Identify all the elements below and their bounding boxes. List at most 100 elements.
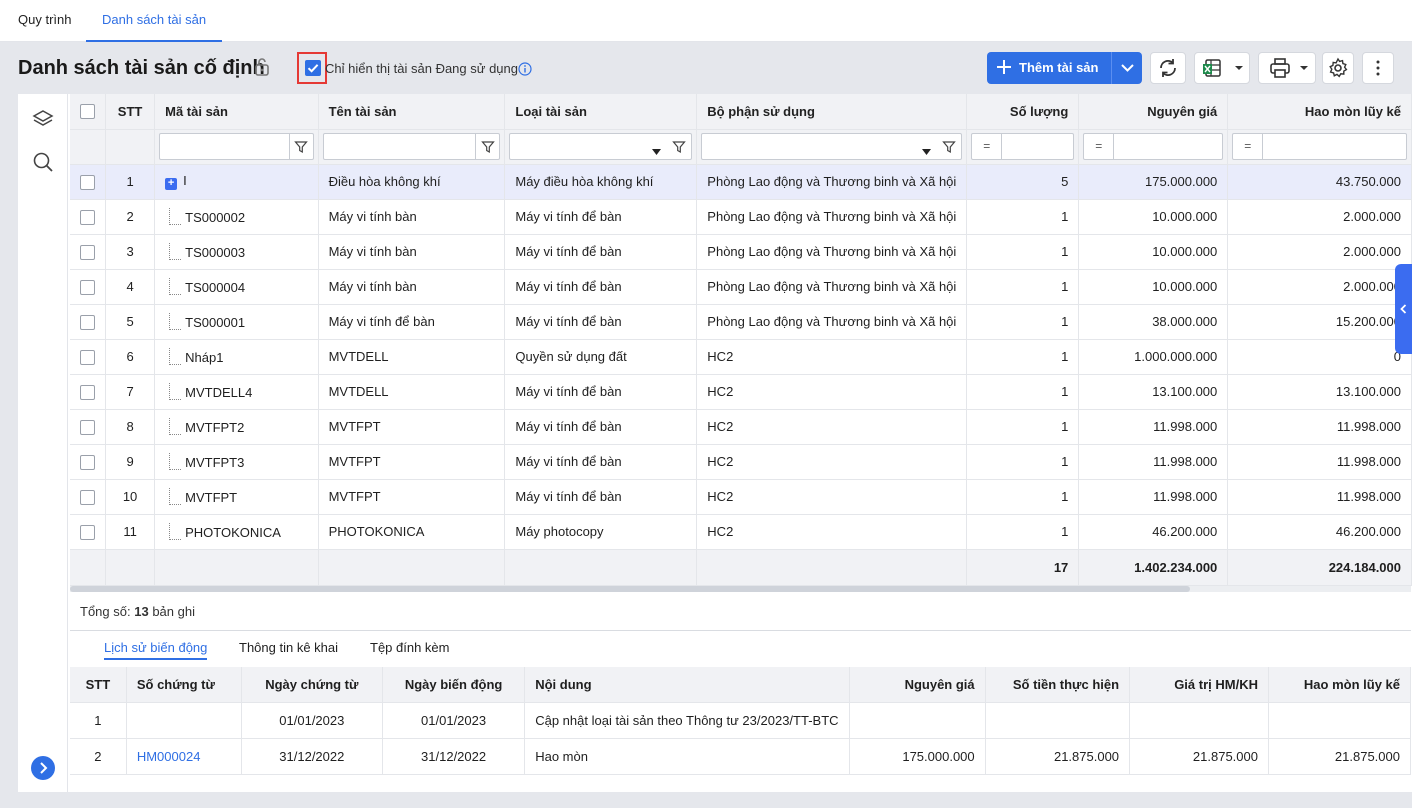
cost-filter-input[interactable]: = [1083,133,1224,160]
settings-button[interactable] [1322,52,1354,84]
active-only-checkbox[interactable] [305,60,321,76]
col-header-amount[interactable]: Số tiền thực hiện [985,667,1131,703]
cell-asset-name: MVTFPT [318,479,506,515]
col-header-department[interactable]: Bộ phận sử dụng [696,94,968,130]
refresh-button[interactable] [1150,52,1186,84]
filter-icon[interactable] [937,134,961,159]
cell-asset-name: MVTDELL [318,339,506,375]
cell-depreciation: 46.200.000 [1227,514,1412,550]
more-button[interactable] [1362,52,1394,84]
select-all-checkbox[interactable] [80,104,95,120]
history-row[interactable]: 1 01/01/2023 01/01/2023 Cập nhật loại tà… [70,702,1412,739]
info-icon[interactable] [518,62,532,79]
history-row[interactable]: 2 HM000024 31/12/2022 31/12/2022 Hao mòn… [70,738,1412,775]
export-excel-button[interactable] [1194,52,1250,84]
depreciation-filter-input[interactable]: = [1232,133,1407,160]
row-checkbox[interactable] [80,419,95,435]
row-checkbox[interactable] [80,209,95,225]
col-header-stt[interactable]: STT [70,667,127,703]
table-row[interactable]: 4 TS000004 Máy vi tính bàn Máy vi tính đ… [70,269,1412,305]
row-checkbox[interactable] [80,244,95,260]
add-asset-dropdown-button[interactable] [1111,52,1142,84]
col-header-stt[interactable]: STT [105,94,156,130]
col-header-cost[interactable]: Nguyên giá [1078,94,1229,130]
table-row[interactable]: 5 TS000001 Máy vi tính để bàn Máy vi tín… [70,304,1412,340]
select-all-cell[interactable] [70,94,106,130]
tab-quy-trinh[interactable]: Quy trình [2,0,87,42]
cell-cost: 175.000.000 [849,738,986,775]
cell-doc-number [126,702,242,739]
col-header-depreciation[interactable]: Hao mòn lũy kế [1227,94,1412,130]
row-checkbox[interactable] [80,489,95,505]
table-row[interactable]: 6 Nháp1 MVTDELL Quyền sử dụng đất HC2 1 … [70,339,1412,375]
row-checkbox[interactable] [80,314,95,330]
table-row[interactable]: 1 + I Điều hòa không khí Máy điều hòa khô… [70,164,1412,200]
department-filter-select[interactable] [701,133,963,160]
tab-danh-sach-tai-san[interactable]: Danh sách tài sản [86,0,223,42]
table-row[interactable]: 2 TS000002 Máy vi tính bàn Máy vi tính đ… [70,199,1412,235]
tab-declaration[interactable]: Thông tin kê khai [223,631,354,665]
total-depreciation: 224.184.000 [1227,549,1412,586]
cell-asset-name: Máy vi tính bàn [318,269,506,305]
row-checkbox[interactable] [80,454,95,470]
row-checkbox[interactable] [80,174,95,190]
table-row[interactable]: 7 MVTDELL4 MVTDELL Máy vi tính để bàn HC… [70,374,1412,410]
col-header-content[interactable]: Nội dung [524,667,850,703]
filter-icon[interactable] [288,134,313,159]
table-row[interactable]: 9 MVTFPT3 MVTFPT Máy vi tính để bàn HC2 … [70,444,1412,480]
cell-asset-code: MVTFPT3 [154,444,319,480]
expand-sidebar-button[interactable] [31,756,55,780]
quantity-filter-input[interactable]: = [971,133,1075,160]
row-checkbox[interactable] [80,279,95,295]
table-row[interactable]: 11 PHOTOKONICA PHOTOKONICA Máy photocopy… [70,514,1412,550]
scrollbar-thumb[interactable] [70,586,1190,592]
equals-operator[interactable]: = [1233,134,1264,159]
print-button[interactable] [1258,52,1316,84]
equals-operator[interactable]: = [972,134,1003,159]
col-header-asset-code[interactable]: Mã tài sản [154,94,319,130]
cell-department: Phòng Lao động và Thương binh và Xã hội [696,304,968,340]
search-icon[interactable] [32,151,54,176]
expand-plus-icon[interactable]: + [165,178,178,190]
col-header-hmkh[interactable]: Giá trị HM/KH [1129,667,1269,703]
col-header-cost[interactable]: Nguyên giá [849,667,986,703]
tab-attachments[interactable]: Tệp đính kèm [354,631,466,665]
tree-connector [169,523,182,540]
filter-icon[interactable] [475,134,499,159]
cell-depreciation: 13.100.000 [1227,374,1412,410]
asset-code-filter-input[interactable] [159,133,314,160]
cell-cost: 13.100.000 [1078,374,1229,410]
active-only-label[interactable]: Chỉ hiển thị tài sản Đang sử dụng [325,61,518,76]
filter-icon[interactable] [667,134,691,159]
cell-asset-code: MVTFPT [154,479,319,515]
cell-cost: 46.200.000 [1078,514,1229,550]
cell-stt: 5 [105,304,156,340]
col-header-doc-number[interactable]: Số chứng từ [126,667,242,703]
equals-operator[interactable]: = [1084,134,1115,159]
tab-history[interactable]: Lịch sử biến động [88,631,223,665]
asset-type-filter-select[interactable] [509,133,693,160]
cell-quantity: 1 [966,374,1080,410]
table-row[interactable]: 3 TS000003 Máy vi tính bàn Máy vi tính đ… [70,234,1412,270]
col-header-doc-date[interactable]: Ngày chứng từ [241,667,383,703]
cell-asset-name: Máy vi tính để bàn [318,304,506,340]
layers-icon[interactable] [32,108,54,133]
table-row[interactable]: 10 MVTFPT MVTFPT Máy vi tính để bàn HC2 … [70,479,1412,515]
cell-asset-type: Máy vi tính để bàn [504,269,698,305]
row-checkbox[interactable] [80,524,95,540]
row-checkbox[interactable] [80,349,95,365]
collapse-panel-button[interactable] [1395,264,1412,354]
col-header-change-date[interactable]: Ngày biến động [382,667,526,703]
cell-asset-name: Điều hòa không khí [318,164,506,200]
asset-name-filter-input[interactable] [322,133,501,160]
col-header-quantity[interactable]: Số lượng [966,94,1080,130]
horizontal-scrollbar[interactable] [70,586,1411,592]
col-header-accumulated-depreciation[interactable]: Hao mòn lũy kế [1268,667,1412,703]
doc-number-link[interactable]: HM000024 [137,749,201,764]
tree-connector [169,488,182,505]
row-checkbox[interactable] [80,384,95,400]
col-header-asset-type[interactable]: Loại tài sản [504,94,698,130]
table-row[interactable]: 8 MVTFPT2 MVTFPT Máy vi tính để bàn HC2 … [70,409,1412,445]
col-header-asset-name[interactable]: Tên tài sản [318,94,506,130]
unlock-icon[interactable] [254,57,270,80]
